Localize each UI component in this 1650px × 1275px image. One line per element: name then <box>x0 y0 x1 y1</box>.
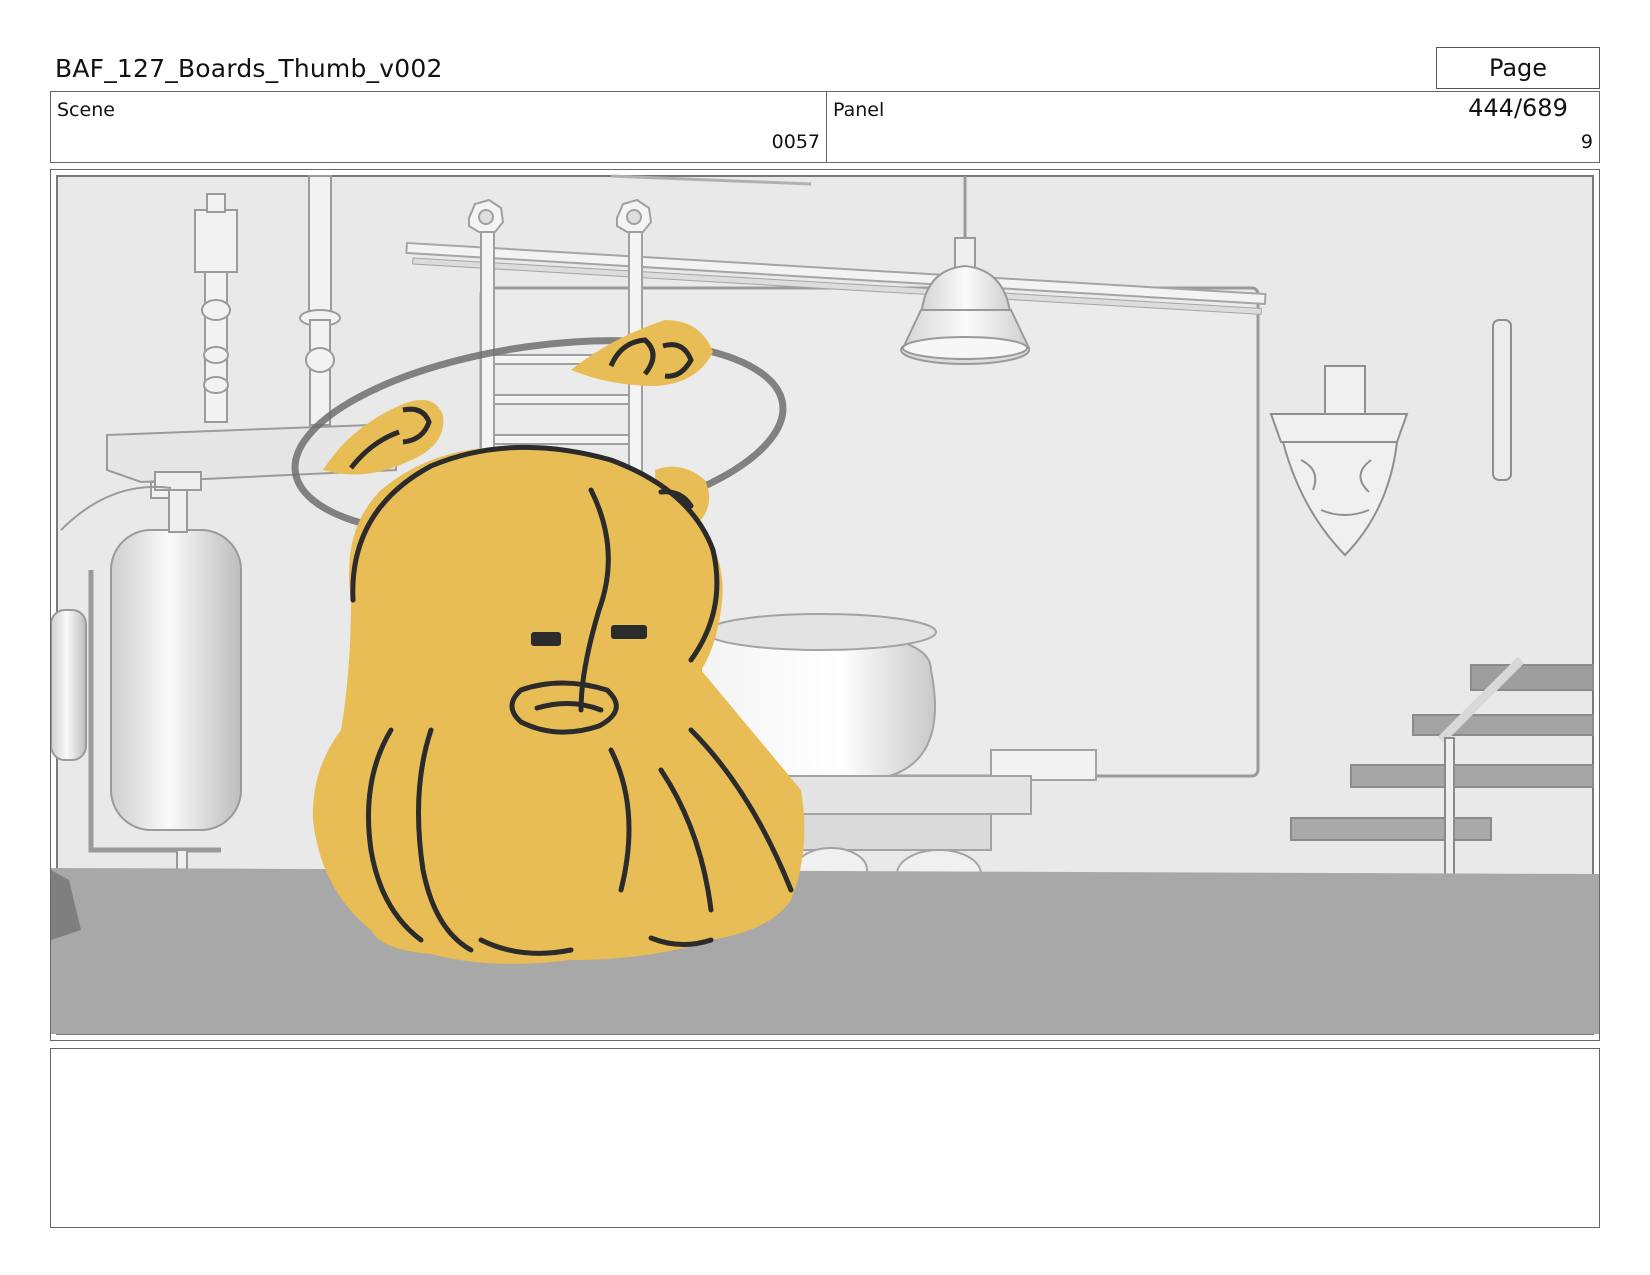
panel-number: 9 <box>1580 131 1593 153</box>
panel-notes <box>50 1048 1600 1228</box>
panel-label: Panel <box>833 99 885 121</box>
scene-cell: Scene 0057 <box>51 92 827 162</box>
right-eye <box>611 625 647 639</box>
scene-number: 0057 <box>771 131 820 153</box>
scene-label: Scene <box>57 99 115 121</box>
panel-cell: Panel 9 <box>827 92 1599 162</box>
storyboard-panel-frame <box>50 169 1600 1041</box>
left-eye <box>531 632 561 646</box>
floor <box>51 868 1599 1034</box>
page-number: Page 444/689 <box>1436 47 1600 122</box>
scene-panel-info: Scene 0057 Panel 9 <box>50 91 1600 163</box>
document-title: BAF_127_Boards_Thumb_v002 <box>55 54 443 83</box>
storyboard-panel-image <box>51 174 1599 1035</box>
